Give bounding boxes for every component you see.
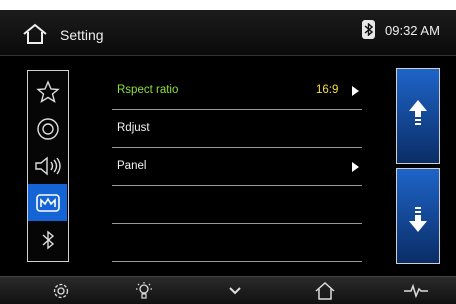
divider <box>112 261 362 262</box>
disc-icon <box>36 117 60 141</box>
star-icon <box>35 79 60 104</box>
list-item-empty <box>112 224 362 262</box>
list-item-adjust[interactable]: Rdjust <box>112 110 362 148</box>
list-item-aspect-ratio[interactable]: Rspect ratio 16:9 <box>112 72 362 110</box>
chevron-right-icon <box>352 162 359 172</box>
arrow-up-icon <box>408 99 428 129</box>
page-title: Setting <box>60 27 104 43</box>
list-item-label: Rspect ratio <box>117 84 179 96</box>
sidebar-item-display[interactable] <box>28 184 67 221</box>
sidebar-item-bluetooth[interactable] <box>28 221 67 258</box>
display-settings-icon <box>35 192 61 214</box>
chevron-right-icon <box>352 86 359 96</box>
list-item-empty <box>112 186 362 224</box>
sidebar <box>27 70 69 262</box>
home-icon[interactable] <box>313 281 337 301</box>
top-strip <box>0 0 456 10</box>
home-icon[interactable] <box>22 23 48 45</box>
bluetooth-icon <box>362 20 375 39</box>
sidebar-item-audio[interactable] <box>28 147 67 184</box>
arrow-down-icon <box>408 203 428 233</box>
list-item-label: Panel <box>117 160 147 172</box>
brightness-icon[interactable] <box>132 281 156 301</box>
clock: 09:32 AM <box>385 23 440 38</box>
list-item-value: 16:9 <box>316 84 339 96</box>
chevron-down-icon[interactable] <box>223 281 247 301</box>
scroll-up-button[interactable] <box>396 68 440 164</box>
scroll-down-button[interactable] <box>396 168 440 264</box>
bluetooth-icon <box>41 230 55 250</box>
header-bar: Setting 09:32 AM <box>0 10 456 56</box>
gear-icon[interactable] <box>49 281 73 301</box>
speaker-icon <box>34 155 62 177</box>
bottom-bar <box>0 276 456 304</box>
sidebar-item-favorites[interactable] <box>28 73 67 110</box>
list-item-label: Rdjust <box>117 122 150 134</box>
screen: Setting 09:32 AM Rspect ratio 16:9 Rdjus… <box>0 0 456 304</box>
pulse-icon[interactable] <box>402 281 430 301</box>
list-item-panel[interactable]: Panel <box>112 148 362 186</box>
sidebar-item-disc[interactable] <box>28 110 67 147</box>
